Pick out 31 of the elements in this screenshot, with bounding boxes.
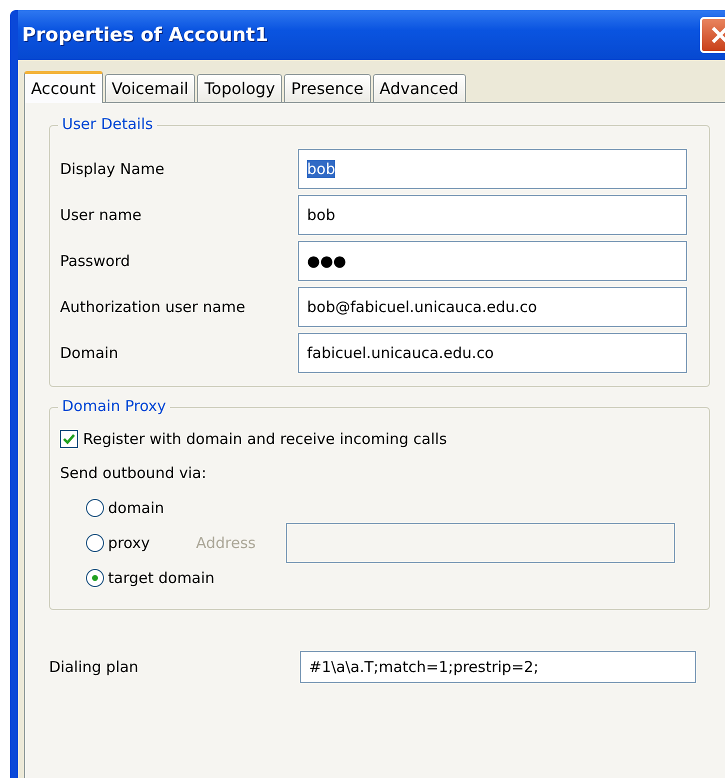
tab[interactable]: Advanced [372, 74, 466, 102]
input-field[interactable]: bob [298, 195, 687, 235]
field-value: fabicuel.unicauca.edu.co [307, 344, 494, 362]
radio-label[interactable]: proxy [108, 534, 150, 552]
checkbox-label[interactable]: Register with domain and receive incoming calls [83, 430, 447, 448]
field-label: Domain [60, 344, 118, 362]
section-label: Send outbound via: [60, 464, 206, 482]
field-label: Password [60, 252, 130, 270]
tab[interactable]: Account [24, 71, 103, 103]
group-title: Domain Proxy [58, 397, 170, 415]
field-value: ●●● [307, 252, 346, 270]
window-title: Properties of Account1 [22, 24, 268, 46]
field-value: bob@fabicuel.unicauca.edu.co [307, 298, 538, 316]
field-value: #1\a\a.T;match=1;prestrip=2; [309, 658, 538, 676]
radio-label[interactable]: domain [108, 498, 164, 516]
input-field[interactable]: ●●● [298, 241, 687, 281]
tab[interactable]: Topology [197, 74, 282, 102]
field-label: User name [60, 206, 142, 224]
field-label: Display Name [60, 160, 164, 178]
field-label: Address [196, 534, 256, 552]
field-label: Dialing plan [49, 658, 138, 676]
tab[interactable]: Presence [284, 74, 371, 102]
field-value: bob [307, 206, 336, 224]
tab[interactable]: Voicemail [104, 74, 196, 102]
input-field[interactable]: bob [298, 149, 687, 189]
input-field[interactable]: fabicuel.unicauca.edu.co [298, 333, 687, 373]
input-field[interactable]: #1\a\a.T;match=1;prestrip=2; [300, 651, 696, 683]
field-value: bob [307, 160, 336, 178]
field-label: Authorization user name [60, 298, 246, 316]
input-field[interactable]: bob@fabicuel.unicauca.edu.co [298, 287, 687, 327]
radio-label[interactable]: target domain [108, 568, 215, 586]
